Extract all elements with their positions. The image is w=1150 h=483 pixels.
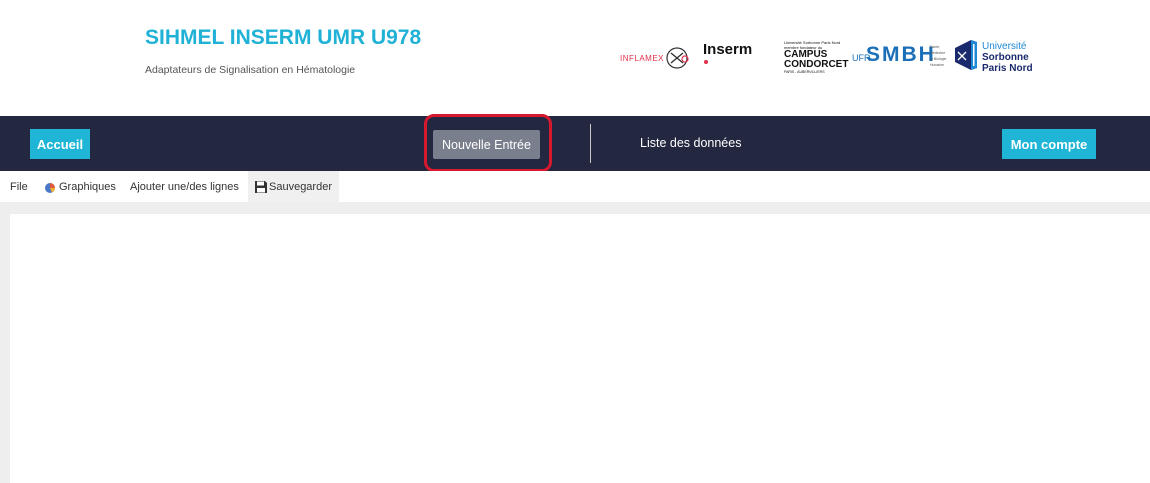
- site-subtitle: Adaptateurs de Signalisation en Hématolo…: [145, 64, 356, 76]
- liste-des-donnees-link[interactable]: Liste des données: [640, 136, 741, 150]
- smbh-sub-4: Humaine: [930, 63, 945, 67]
- nouvelle-entree-button[interactable]: Nouvelle Entrée: [433, 130, 540, 159]
- graphiques-menu[interactable]: Graphiques: [44, 171, 116, 202]
- smbh-subtext: Santé, Médecine et Biologie Humaine: [930, 44, 952, 68]
- usp-line-2: Sorbonne: [982, 52, 1029, 63]
- graphiques-label: Graphiques: [59, 180, 116, 193]
- sauvegarder-label: Sauvegarder: [269, 180, 332, 193]
- usp-line-1: Université: [982, 41, 1027, 52]
- spreadsheet-area: [0, 202, 1150, 483]
- inserm-logo-text: Inserm: [703, 41, 753, 58]
- accueil-button[interactable]: Accueil: [30, 129, 90, 159]
- sheet-toolbar: File Graphiques Ajouter une/des lignes S…: [0, 171, 1150, 202]
- campus-main-text-2: CONDORCET: [784, 59, 849, 70]
- inflamex-mark-icon: [665, 45, 691, 71]
- site-header: SIHMEL INSERM UMR U978 Adaptateurs de Si…: [0, 0, 1150, 116]
- campus-condorcet-logo: Université Sorbonne Paris Nord membre fo…: [784, 40, 848, 88]
- inflamex-logo-text: INFLAMEX: [620, 53, 665, 63]
- chart-icon: [44, 180, 58, 194]
- save-icon: [254, 180, 268, 194]
- usp-line-3: Paris Nord: [982, 63, 1033, 74]
- campus-bottom-text: PARIS - AUBERVILLIERS: [784, 70, 825, 74]
- usp-emblem-icon: [953, 38, 979, 77]
- nav-divider: [590, 124, 591, 163]
- mon-compte-button[interactable]: Mon compte: [1002, 129, 1096, 159]
- sauvegarder-button[interactable]: Sauvegarder: [248, 171, 339, 202]
- usp-logo: Université Sorbonne Paris Nord: [953, 38, 1033, 77]
- ajouter-lignes-button[interactable]: Ajouter une/des lignes: [130, 171, 239, 202]
- inserm-dot-icon: [704, 60, 708, 64]
- usp-logo-text: Université Sorbonne Paris Nord: [982, 41, 1033, 74]
- smbh-logo: SMBH: [866, 43, 936, 66]
- file-menu[interactable]: File: [10, 171, 28, 202]
- inserm-logo: Inserm: [703, 41, 753, 64]
- spreadsheet-canvas[interactable]: [10, 214, 1150, 483]
- main-navbar: Accueil Nouvelle Entrée Liste des donnée…: [0, 116, 1150, 171]
- inflamex-logo: INFLAMEX: [620, 44, 691, 72]
- site-title: SIHMEL INSERM UMR U978: [145, 26, 422, 49]
